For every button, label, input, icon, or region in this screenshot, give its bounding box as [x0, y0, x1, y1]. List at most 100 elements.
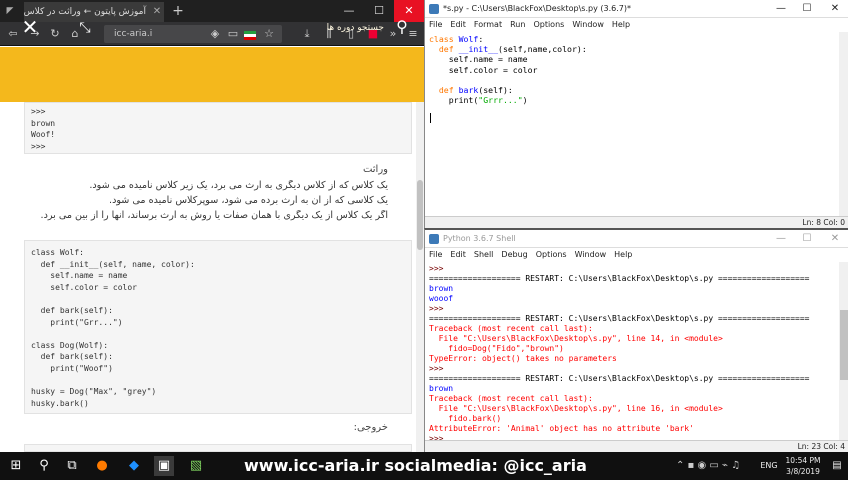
- code-string: "Grrr...": [478, 95, 523, 106]
- shell-line: fido=Dog("Fido","brown"): [429, 344, 564, 353]
- menu-file[interactable]: File: [425, 20, 446, 29]
- code-keyword: def: [438, 85, 454, 96]
- reload-icon[interactable]: ↻: [46, 25, 64, 43]
- maximize-icon[interactable]: ☐: [793, 0, 821, 18]
- menu-run[interactable]: Run: [506, 20, 529, 29]
- new-tab-icon[interactable]: +: [170, 2, 186, 20]
- code-text: (self,name,color):: [498, 44, 587, 55]
- editor-scrollbar[interactable]: [839, 32, 848, 216]
- watermark-text: www.icc-aria.ir socialmedia: @icc_aria: [244, 456, 587, 475]
- app-icon[interactable]: ◆: [124, 456, 144, 476]
- code-def-name: bark: [453, 85, 479, 96]
- page-scrollbar[interactable]: [416, 102, 424, 452]
- system-tray[interactable]: ⌃ ▪ ◉ ▭ ⌁ ♫: [676, 456, 756, 476]
- menu-help[interactable]: Help: [610, 250, 636, 259]
- shell-line: AttributeError: 'Animal' object has no a…: [429, 424, 694, 433]
- camtasia-icon[interactable]: ▧: [186, 456, 206, 476]
- shell-statusbar: Ln: 23 Col: 4: [425, 440, 848, 452]
- code-line: self.color = color: [429, 64, 538, 75]
- shell-line: File "C:\Users\BlackFox\Desktop\s.py", l…: [429, 404, 723, 413]
- shell-line: TypeError: object() takes no parameters: [429, 354, 617, 363]
- close-icon[interactable]: ✕: [150, 2, 164, 22]
- close-icon[interactable]: ✕: [821, 0, 848, 18]
- menu-file[interactable]: File: [425, 250, 446, 259]
- shell-title: Python 3.6.7 Shell: [443, 234, 516, 243]
- code-text: ): [522, 95, 528, 106]
- site-header: [0, 47, 424, 102]
- reader-icon[interactable]: ▭: [224, 25, 242, 43]
- notification-icon[interactable]: ▤: [830, 458, 844, 474]
- clock-date[interactable]: 3/8/2019: [780, 466, 826, 477]
- shell-line: File "C:\Users\BlackFox\Desktop\s.py", l…: [429, 334, 723, 343]
- menu-window[interactable]: Window: [571, 250, 611, 259]
- shell-text-area[interactable]: >>> =================== RESTART: C:\User…: [425, 262, 839, 440]
- menu-window[interactable]: Window: [568, 20, 608, 29]
- code-class-name: Wolf: [453, 34, 479, 44]
- section-title: وراثت: [362, 164, 388, 175]
- idle-editor-window: *s.py - C:\Users\BlackFox\Desktop\s.py (…: [424, 0, 848, 228]
- shell-line: =================== RESTART: C:\Users\Bl…: [429, 314, 810, 323]
- editor-menubar: File Edit Format Run Options Window Help: [425, 18, 848, 32]
- menu-format[interactable]: Format: [470, 20, 506, 29]
- text-cursor: [430, 113, 431, 123]
- close-icon[interactable]: ✕: [821, 230, 848, 248]
- editor-title: *s.py - C:\Users\BlackFox\Desktop\s.py (…: [443, 4, 631, 13]
- pocket-icon[interactable]: ◈: [206, 25, 224, 43]
- code-keyword: def: [438, 44, 454, 55]
- editor-text-area[interactable]: class Wolf: def __init__(self,name,color…: [425, 32, 839, 216]
- paragraph: اگر یک کلاس از یک دیگری با همان صفات یا …: [40, 210, 388, 221]
- code-line: self.name = name: [429, 54, 528, 65]
- search-icon[interactable]: ⚲: [392, 17, 412, 37]
- menu-edit[interactable]: Edit: [446, 20, 470, 29]
- shell-line: >>>: [429, 304, 444, 313]
- search-input[interactable]: جستجو دوره ها: [250, 19, 384, 37]
- shell-line: >>>: [429, 264, 444, 273]
- shell-line: wooof: [429, 294, 454, 303]
- maximize-icon[interactable]: ☐: [793, 230, 821, 248]
- menu-debug[interactable]: Debug: [497, 250, 531, 259]
- idle-taskbar-icon[interactable]: ▣: [154, 456, 174, 476]
- output-block: [24, 444, 412, 452]
- firefox-icon[interactable]: ●: [92, 456, 112, 476]
- code-example: class Wolf: def __init__(self, name, col…: [24, 240, 412, 414]
- scrollbar-thumb[interactable]: [417, 180, 423, 250]
- close-icon[interactable]: ✕: [20, 17, 40, 37]
- menu-options[interactable]: Options: [529, 20, 568, 29]
- minimize-icon[interactable]: —: [767, 0, 795, 18]
- shell-line: Traceback (most recent call last):: [429, 324, 593, 333]
- idle-shell-window: Python 3.6.7 Shell — ☐ ✕ File Edit Shell De…: [424, 228, 848, 452]
- scrollbar-thumb[interactable]: [840, 310, 848, 380]
- tab-list-icon[interactable]: ◤: [2, 2, 18, 20]
- shell-line: fido.bark(): [429, 414, 502, 423]
- menu-shell[interactable]: Shell: [470, 250, 498, 259]
- code-text: print(: [429, 95, 479, 106]
- windows-start-icon[interactable]: ⊞: [6, 456, 26, 476]
- python-icon: [429, 234, 439, 244]
- shell-line: brown: [429, 384, 454, 393]
- clock-time[interactable]: 10:54 PM: [780, 455, 826, 466]
- menu-edit[interactable]: Edit: [446, 250, 470, 259]
- collapse-icon[interactable]: ⤡: [76, 19, 94, 37]
- search-icon[interactable]: ⚲: [34, 456, 54, 476]
- shell-line: >>>: [429, 364, 444, 373]
- output-block: >>> brown Woof! >>>: [24, 102, 412, 154]
- shell-line: Traceback (most recent call last):: [429, 394, 593, 403]
- url-text: icc-aria.i: [114, 29, 153, 39]
- output-label: خروجی:: [353, 422, 388, 433]
- flag-stripe: [244, 37, 256, 40]
- menu-help[interactable]: Help: [608, 20, 634, 29]
- code-keyword: class: [429, 34, 454, 44]
- shell-menubar: File Edit Shell Debug Options Window Help: [425, 248, 848, 262]
- code-text: (self):: [478, 85, 513, 96]
- editor-statusbar: Ln: 8 Col: 0: [425, 216, 848, 228]
- task-view-icon[interactable]: ⧉: [62, 456, 82, 476]
- menu-options[interactable]: Options: [532, 250, 571, 259]
- browser-tab[interactable]: آموزش پایتون ← وراثت در کلاس ...: [24, 2, 164, 22]
- minimize-icon[interactable]: —: [767, 230, 795, 248]
- paragraph: یک کلاسی که از آن به ارث برده می شود، سو…: [109, 195, 388, 206]
- language-indicator[interactable]: ENG: [758, 456, 780, 476]
- paragraph: یک کلاس که از کلاس دیگری به ارث می برد، …: [89, 180, 388, 191]
- browser-window: ◤ آموزش پایتون ← وراثت در کلاس ... ✕ + —…: [0, 0, 424, 452]
